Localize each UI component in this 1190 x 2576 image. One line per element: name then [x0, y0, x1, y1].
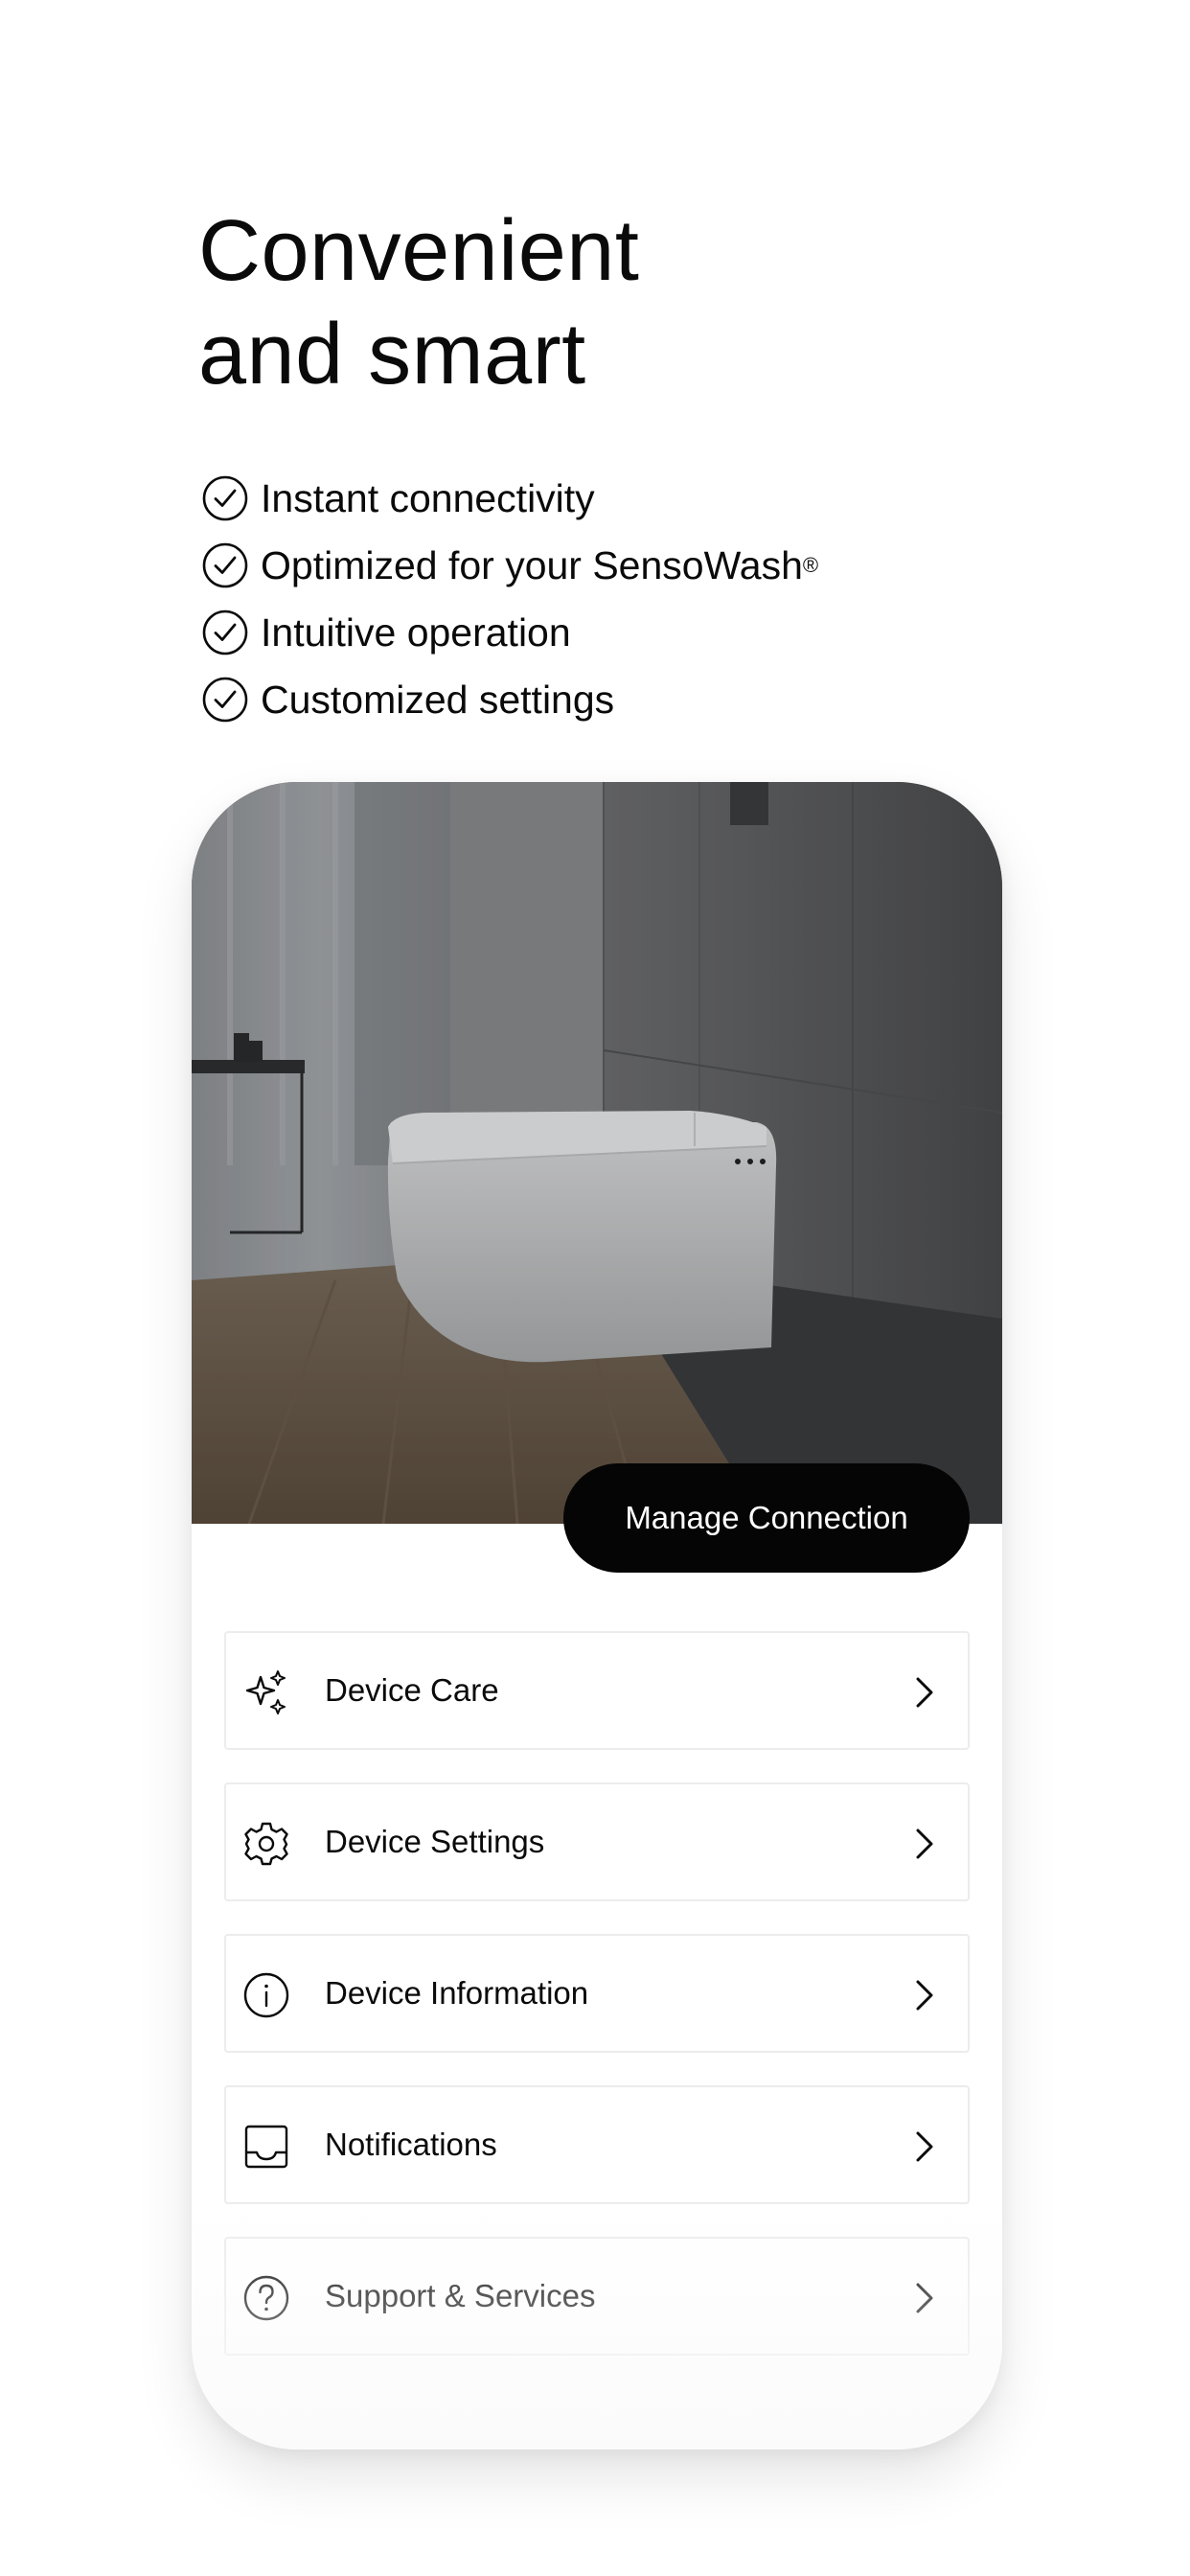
headline: Convenient and smart [198, 199, 639, 406]
chevron-right-icon [916, 1828, 933, 1859]
chevron-right-icon [916, 1677, 933, 1708]
feature-text: Instant connectivity [261, 475, 595, 520]
menu-item-notifications[interactable]: Notifications [224, 2085, 970, 2204]
menu-item-label: Notifications [325, 2127, 497, 2162]
bathroom-photo [192, 782, 1002, 1524]
gear-icon [244, 1822, 288, 1866]
chevron-right-icon [916, 2283, 933, 2313]
feature-item: Instant connectivity [201, 465, 818, 532]
question-circle-icon [243, 2275, 289, 2321]
device-menu: Device Care Device Settings Device Infor… [224, 1631, 970, 2388]
menu-item-label: Support & Services [325, 2278, 596, 2313]
check-circle-icon [202, 542, 248, 588]
chevron-right-icon [916, 2131, 933, 2162]
feature-item: Intuitive operation [201, 599, 818, 666]
menu-item-label: Device Settings [325, 1824, 545, 1859]
sparkle-icon [245, 1670, 286, 1714]
phone-mockup: Manage Connection Device Care Device Set… [192, 782, 1002, 2450]
headline-line-2: and smart [198, 307, 586, 402]
menu-item-device-information[interactable]: Device Information [224, 1934, 970, 2053]
manage-connection-button[interactable]: Manage Connection [563, 1463, 970, 1573]
chevron-right-icon [916, 1980, 933, 2011]
menu-item-device-care[interactable]: Device Care [224, 1631, 970, 1750]
check-circle-icon [202, 677, 248, 723]
feature-list: Instant connectivity Optimized for your … [201, 465, 818, 733]
feature-text: Optimized for your SensoWash [261, 542, 803, 587]
registered-mark: ® [802, 553, 819, 577]
check-circle-icon [202, 610, 248, 656]
feature-text: Customized settings [261, 677, 615, 722]
inbox-icon [244, 2125, 288, 2169]
headline-line-1: Convenient [198, 203, 640, 299]
feature-text: Intuitive operation [261, 610, 571, 655]
info-circle-icon [243, 1972, 289, 2018]
menu-item-support-services[interactable]: Support & Services [224, 2237, 970, 2356]
check-circle-icon [202, 475, 248, 521]
feature-item: Customized settings [201, 666, 818, 733]
menu-item-label: Device Care [325, 1672, 499, 1708]
feature-item: Optimized for your SensoWash ® [201, 532, 818, 599]
menu-item-label: Device Information [325, 1975, 589, 2011]
menu-item-device-settings[interactable]: Device Settings [224, 1782, 970, 1901]
